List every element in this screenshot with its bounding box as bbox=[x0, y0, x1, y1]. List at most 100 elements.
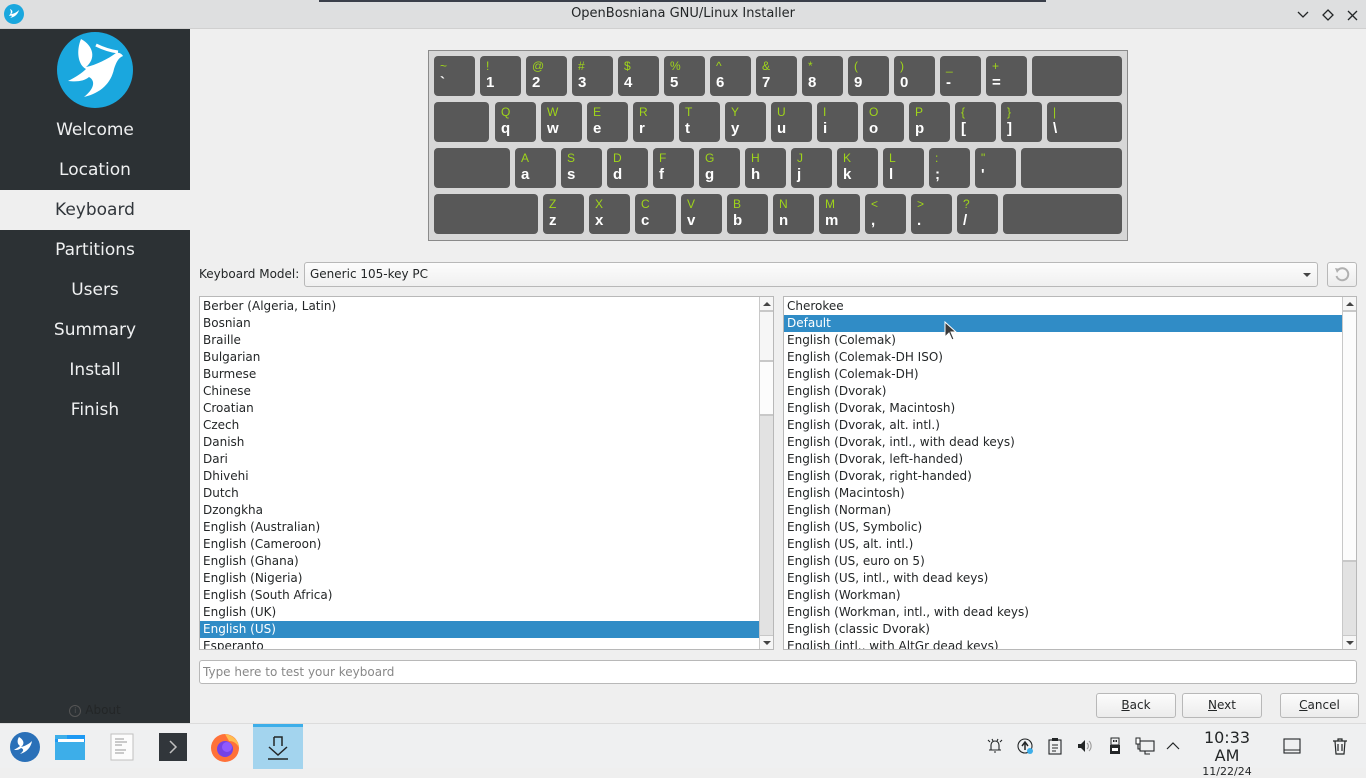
list-item[interactable]: English (Dvorak) bbox=[784, 383, 1342, 400]
list-item[interactable]: English (Ghana) bbox=[200, 553, 759, 570]
layout-scrollbar[interactable] bbox=[759, 297, 773, 649]
list-item[interactable]: English (Workman) bbox=[784, 587, 1342, 604]
scroll-thumb[interactable] bbox=[1343, 311, 1356, 561]
network-icon bbox=[1135, 737, 1155, 755]
close-icon bbox=[1347, 10, 1357, 20]
list-item[interactable]: English (Nigeria) bbox=[200, 570, 759, 587]
list-item[interactable]: English (US, intl., with dead keys) bbox=[784, 570, 1342, 587]
variant-list[interactable]: Cherokee Default English (Colemak) English … bbox=[783, 296, 1357, 650]
key-shift-label: * bbox=[808, 59, 813, 73]
list-item[interactable]: Default bbox=[784, 315, 1342, 332]
list-item[interactable]: English (classic Dvorak) bbox=[784, 621, 1342, 638]
list-item[interactable]: Croatian bbox=[200, 400, 759, 417]
network-button[interactable] bbox=[1135, 736, 1155, 756]
list-item[interactable]: English (South Africa) bbox=[200, 587, 759, 604]
list-item[interactable]: Czech bbox=[200, 417, 759, 434]
list-item[interactable]: English (Colemak-DH) bbox=[784, 366, 1342, 383]
list-item[interactable]: English (Macintosh) bbox=[784, 485, 1342, 502]
variant-scrollbar[interactable] bbox=[1342, 297, 1356, 649]
file-manager-button[interactable] bbox=[45, 724, 95, 769]
show-desktop-button[interactable] bbox=[1282, 736, 1302, 756]
clock[interactable]: 10:33 AM 11/22/24 bbox=[1190, 729, 1264, 778]
list-item[interactable]: English (Workman, intl., with dead keys) bbox=[784, 604, 1342, 621]
list-item[interactable]: English (US, alt. intl.) bbox=[784, 536, 1342, 553]
list-item[interactable]: Bulgarian bbox=[200, 349, 759, 366]
list-item[interactable]: English (Australian) bbox=[200, 519, 759, 536]
list-item[interactable]: Berber (Algeria, Latin) bbox=[200, 298, 759, 315]
list-item[interactable]: English (Dvorak, left-handed) bbox=[784, 451, 1342, 468]
titlebar-accent-line bbox=[319, 0, 1046, 2]
list-item[interactable]: English (US, euro on 5) bbox=[784, 553, 1342, 570]
list-item[interactable]: English (Cameroon) bbox=[200, 536, 759, 553]
cancel-mnemonic: C bbox=[1299, 698, 1308, 712]
back-button[interactable]: Back bbox=[1096, 693, 1176, 718]
list-item[interactable]: Braille bbox=[200, 332, 759, 349]
clipboard-button[interactable] bbox=[1045, 736, 1065, 756]
start-menu-icon bbox=[10, 731, 40, 762]
keyboard-model-label: Keyboard Model: bbox=[199, 267, 300, 281]
keyboard-key: Ss bbox=[561, 148, 602, 188]
scroll-thumb[interactable] bbox=[760, 361, 773, 415]
expand-tray-button[interactable] bbox=[1163, 736, 1183, 756]
about-button[interactable]: i About bbox=[0, 703, 190, 717]
list-item[interactable]: English (Norman) bbox=[784, 502, 1342, 519]
key-shift-label: E bbox=[593, 105, 602, 119]
cancel-button[interactable]: Cancel bbox=[1280, 693, 1359, 718]
list-item[interactable]: English (Dvorak, Macintosh) bbox=[784, 400, 1342, 417]
list-item[interactable]: Esperanto bbox=[200, 638, 759, 649]
notifications-button[interactable] bbox=[985, 736, 1005, 756]
keyboard-key: ^ 6 bbox=[710, 56, 751, 96]
close-button[interactable] bbox=[1342, 5, 1362, 25]
folder-icon bbox=[55, 734, 85, 760]
list-item[interactable]: English (Colemak-DH ISO) bbox=[784, 349, 1342, 366]
keyboard-model-value: Generic 105-key PC bbox=[310, 267, 429, 281]
list-item[interactable]: English (intl., with AltGr dead keys) bbox=[784, 638, 1342, 649]
list-item[interactable]: Dutch bbox=[200, 485, 759, 502]
revert-model-button[interactable] bbox=[1327, 262, 1357, 287]
usb-device-button[interactable] bbox=[1105, 736, 1125, 756]
maximize-button[interactable] bbox=[1318, 5, 1338, 25]
layout-list[interactable]: Berber (Algeria, Latin) Bosnian Braille Bul… bbox=[199, 296, 774, 650]
scroll-down-button[interactable] bbox=[1343, 635, 1356, 649]
list-item[interactable]: Danish bbox=[200, 434, 759, 451]
scroll-down-button[interactable] bbox=[760, 635, 773, 649]
list-item[interactable]: Bosnian bbox=[200, 315, 759, 332]
list-item[interactable]: Dari bbox=[200, 451, 759, 468]
key-base-label: 4 bbox=[624, 74, 633, 91]
keyboard-key: Ii bbox=[817, 102, 858, 142]
keyboard-key: ~ ` bbox=[434, 56, 475, 96]
list-item[interactable]: English (Dvorak, alt. intl.) bbox=[784, 417, 1342, 434]
keyboard-model-select[interactable]: Generic 105-key PC bbox=[304, 262, 1318, 287]
minimize-button[interactable] bbox=[1293, 5, 1313, 25]
key-shift-label: # bbox=[578, 59, 585, 73]
volume-button[interactable] bbox=[1075, 736, 1095, 756]
keyboard-test-input[interactable] bbox=[199, 660, 1357, 684]
list-item[interactable]: Dhivehi bbox=[200, 468, 759, 485]
next-button[interactable]: Next bbox=[1182, 693, 1262, 718]
updates-button[interactable] bbox=[1015, 736, 1035, 756]
trash-button[interactable] bbox=[1330, 736, 1350, 756]
list-item[interactable]: English (US) bbox=[200, 621, 759, 638]
firefox-button[interactable] bbox=[200, 724, 250, 769]
text-editor-button[interactable] bbox=[97, 724, 147, 769]
key-base-label: y bbox=[731, 120, 740, 137]
key-shift-label: $ bbox=[624, 59, 631, 73]
scroll-up-button[interactable] bbox=[1343, 297, 1356, 311]
installer-taskbar-button[interactable] bbox=[253, 724, 303, 769]
text-editor-icon bbox=[110, 733, 134, 760]
list-item[interactable]: Cherokee bbox=[784, 298, 1342, 315]
list-item[interactable]: English (UK) bbox=[200, 604, 759, 621]
list-item[interactable]: English (Dvorak, right-handed) bbox=[784, 468, 1342, 485]
list-item[interactable]: English (US, Symbolic) bbox=[784, 519, 1342, 536]
scroll-up-button[interactable] bbox=[760, 297, 773, 311]
list-item[interactable]: Burmese bbox=[200, 366, 759, 383]
list-item[interactable]: English (Colemak) bbox=[784, 332, 1342, 349]
sidebar-item-summary: Summary bbox=[53, 320, 137, 340]
list-item[interactable]: Dzongkha bbox=[200, 502, 759, 519]
key-shift-label: A bbox=[521, 151, 530, 165]
list-item[interactable]: English (Dvorak, intl., with dead keys) bbox=[784, 434, 1342, 451]
start-menu-button[interactable] bbox=[0, 724, 50, 769]
key-shift-label: V bbox=[687, 197, 696, 211]
list-item[interactable]: Chinese bbox=[200, 383, 759, 400]
terminal-button[interactable] bbox=[148, 724, 198, 769]
